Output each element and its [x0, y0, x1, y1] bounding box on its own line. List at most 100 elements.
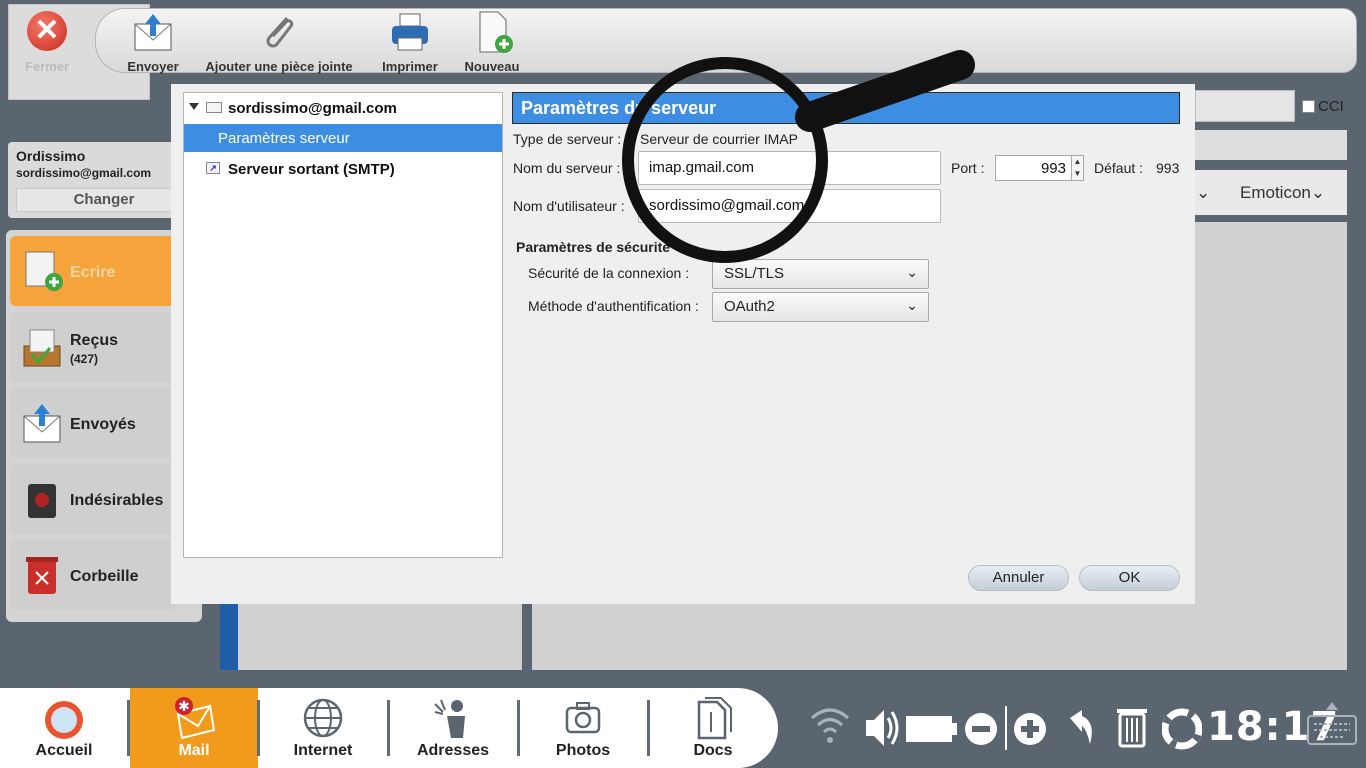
globe-icon — [303, 698, 343, 738]
attach-label: Ajouter une pièce jointe — [205, 59, 353, 74]
battery-icon — [906, 716, 957, 742]
taskbar-item-mail[interactable]: ✱ Mail — [130, 688, 258, 768]
folder-item-write[interactable]: Ecrire — [10, 236, 178, 306]
account-tree: sordissimo@gmail.com Paramètres serveur … — [183, 92, 503, 558]
bcc-field[interactable] — [1195, 90, 1295, 122]
undo-icon[interactable] — [1062, 688, 1100, 768]
mail-icon: ✱ — [175, 697, 216, 740]
expand-triangle-icon[interactable] — [189, 103, 199, 110]
folder-label: Corbeille — [70, 568, 139, 585]
tree-item-label: Paramètres serveur — [218, 130, 350, 147]
panel-title: Paramètres du serveur — [521, 98, 717, 118]
taskbar-label: Photos — [555, 742, 611, 759]
attach-button[interactable]: Ajouter une pièce jointe — [200, 10, 358, 74]
cancel-button[interactable]: Annuler — [968, 565, 1069, 591]
zoom-out-icon[interactable] — [962, 688, 1000, 768]
tree-item-server-settings[interactable]: Paramètres serveur — [184, 124, 502, 152]
change-account-button[interactable]: Changer — [16, 188, 192, 212]
bcc-checkbox[interactable] — [1302, 100, 1315, 113]
default-port-value: 993 — [1156, 160, 1180, 176]
send-button[interactable]: Envoyer — [122, 10, 184, 74]
keyboard-icon[interactable] — [1306, 688, 1358, 768]
volume-icon[interactable] — [862, 688, 900, 768]
chevron-down-icon: ⌄ — [906, 264, 918, 280]
folder-item-trash[interactable]: Corbeille — [10, 540, 178, 610]
close-icon: ✕ — [27, 11, 67, 51]
connection-security-select[interactable]: SSL/TLS ⌄ — [712, 259, 929, 289]
port-label: Port : — [951, 160, 985, 176]
printer-icon — [392, 13, 428, 51]
bcc-toggle[interactable]: CCI — [1302, 98, 1344, 115]
stepper-down-icon[interactable]: ▼ — [1072, 168, 1083, 180]
chevron-down-icon[interactable]: ⌄ — [1196, 183, 1210, 203]
outgoing-icon: ↗ — [206, 162, 220, 174]
new-button[interactable]: Nouveau — [462, 10, 522, 74]
folder-label: Envoyés — [70, 416, 136, 433]
folder-item-inbox[interactable]: Reçus (427) — [10, 312, 178, 382]
taskbar-item-home[interactable]: Accueil — [0, 688, 128, 768]
spam-bin-icon — [28, 484, 56, 518]
message-body[interactable] — [1195, 222, 1347, 670]
send-icon — [134, 14, 172, 51]
contacts-icon — [434, 699, 465, 738]
ok-button[interactable]: OK — [1079, 565, 1180, 591]
taskbar-label: Internet — [293, 742, 353, 759]
account-email: sordissimo@gmail.com — [16, 166, 152, 180]
message-body-lower[interactable] — [532, 604, 1347, 670]
taskbar-label: Adresses — [416, 742, 490, 759]
inbox-icon — [23, 329, 61, 367]
folder-label: Indésirables — [70, 492, 164, 509]
stepper-up-icon[interactable]: ▲ — [1072, 156, 1083, 168]
username-input[interactable]: sordissimo@gmail.com — [638, 189, 941, 223]
zoom-in-icon[interactable] — [1011, 688, 1049, 768]
server-type-value: Serveur de courrier IMAP — [640, 131, 798, 147]
new-document-icon — [479, 11, 513, 53]
compose-icon — [25, 251, 63, 291]
server-name-label: Nom du serveur : — [513, 160, 621, 176]
send-label: Envoyer — [127, 59, 179, 74]
folder-item-sent[interactable]: Envoyés — [10, 388, 178, 458]
account-name: Ordissimo — [16, 148, 86, 164]
connection-security-value: SSL/TLS — [724, 265, 785, 282]
taskbar-label: Docs — [693, 742, 733, 759]
port-input[interactable]: 993 — [995, 155, 1073, 181]
paperclip-icon — [266, 16, 294, 48]
chevron-down-icon: ⌄ — [906, 297, 918, 313]
subject-field[interactable] — [1195, 130, 1347, 160]
auth-method-value: OAuth2 — [724, 298, 775, 315]
trash-icon[interactable] — [1114, 688, 1150, 768]
new-label: Nouveau — [464, 59, 520, 74]
envelope-icon — [206, 102, 222, 113]
connection-security-label: Sécurité de la connexion : — [528, 265, 690, 281]
tree-item-smtp[interactable]: ↗ Serveur sortant (SMTP) — [184, 155, 502, 183]
svg-text:✱: ✱ — [178, 699, 190, 715]
taskbar-item-photos[interactable]: Photos — [519, 688, 647, 768]
account-settings-dialog: sordissimo@gmail.com Paramètres serveur … — [171, 84, 1195, 604]
folder-label: Reçus — [70, 332, 119, 349]
sent-icon — [23, 404, 61, 443]
taskbar-label: Mail — [178, 742, 210, 759]
taskbar-item-internet[interactable]: Internet — [259, 688, 387, 768]
security-section-title: Paramètres de sécurité — [516, 239, 671, 255]
wifi-icon[interactable] — [808, 688, 852, 768]
server-name-input[interactable]: imap.gmail.com — [638, 151, 941, 185]
taskbar-item-contacts[interactable]: Adresses — [389, 688, 517, 768]
folder-label: Ecrire — [70, 264, 116, 281]
default-port-label: Défaut : — [1094, 160, 1144, 176]
port-stepper[interactable]: ▲ ▼ — [1071, 155, 1084, 181]
tree-item-label: Serveur sortant (SMTP) — [228, 161, 395, 178]
attachment-area — [220, 604, 522, 670]
print-button[interactable]: Imprimer — [378, 10, 442, 74]
tree-account[interactable]: sordissimo@gmail.com — [184, 95, 502, 123]
trash-icon — [26, 557, 58, 594]
tree-account-label: sordissimo@gmail.com — [228, 100, 397, 117]
taskbar-item-docs[interactable]: Docs — [649, 688, 777, 768]
panel-header: Paramètres du serveur — [512, 92, 1180, 124]
home-icon — [45, 701, 83, 739]
auth-method-select[interactable]: OAuth2 ⌄ — [712, 292, 929, 322]
help-lifebuoy-icon[interactable] — [1162, 688, 1202, 768]
folder-item-spam[interactable]: Indésirables — [10, 464, 178, 534]
emoticon-menu[interactable]: Emoticon⌄ — [1240, 183, 1325, 203]
camera-icon — [565, 702, 601, 734]
unread-count: (427) — [70, 352, 99, 366]
